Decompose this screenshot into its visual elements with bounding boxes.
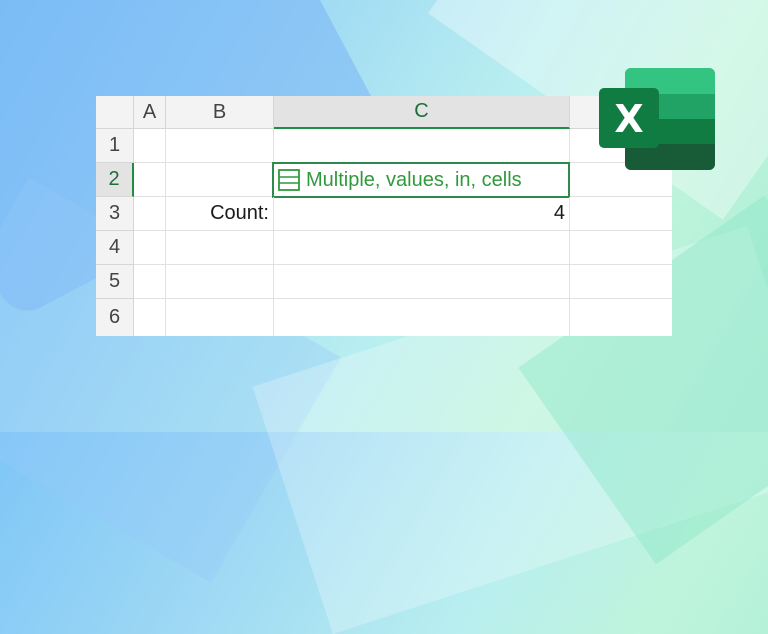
- cell-c2-value: Multiple, values, in, cells: [306, 168, 522, 191]
- excel-logo-icon: X: [599, 68, 715, 170]
- row-header-4[interactable]: 4: [96, 231, 134, 265]
- row-header-2[interactable]: 2: [96, 163, 134, 197]
- cell-d4[interactable]: [570, 231, 672, 265]
- cell-c2-selected[interactable]: Multiple, values, in, cells: [272, 162, 570, 198]
- spreadsheet-grid: A B C 1 2 3 4 5 6 Multiple, values, in, …: [96, 96, 672, 336]
- row-header-1[interactable]: 1: [96, 129, 134, 163]
- cell-b4[interactable]: [166, 231, 274, 265]
- cell-b3[interactable]: Count:: [166, 197, 274, 231]
- cell-a3[interactable]: [134, 197, 166, 231]
- cell-a5[interactable]: [134, 265, 166, 299]
- row-header-6[interactable]: 6: [96, 299, 134, 336]
- cell-a2[interactable]: [134, 163, 166, 197]
- column-header-c[interactable]: C: [274, 96, 570, 129]
- cell-c3[interactable]: 4: [274, 197, 570, 231]
- cell-b1[interactable]: [166, 129, 274, 163]
- cell-a4[interactable]: [134, 231, 166, 265]
- cell-c4[interactable]: [274, 231, 570, 265]
- cell-a6[interactable]: [134, 299, 166, 336]
- cell-d6[interactable]: [570, 299, 672, 336]
- column-header-a[interactable]: A: [134, 96, 166, 129]
- cell-b5[interactable]: [166, 265, 274, 299]
- cell-c1[interactable]: [274, 129, 570, 163]
- cell-c5[interactable]: [274, 265, 570, 299]
- cell-b6[interactable]: [166, 299, 274, 336]
- cell-b2[interactable]: [166, 163, 274, 197]
- row-header-3[interactable]: 3: [96, 197, 134, 231]
- cell-d5[interactable]: [570, 265, 672, 299]
- cell-d3[interactable]: [570, 197, 672, 231]
- select-all-corner[interactable]: [96, 96, 134, 129]
- cell-a1[interactable]: [134, 129, 166, 163]
- column-header-b[interactable]: B: [166, 96, 274, 129]
- row-header-5[interactable]: 5: [96, 265, 134, 299]
- excel-logo-letter: X: [614, 97, 643, 141]
- cell-c6[interactable]: [274, 299, 570, 336]
- table-array-icon: [278, 169, 300, 191]
